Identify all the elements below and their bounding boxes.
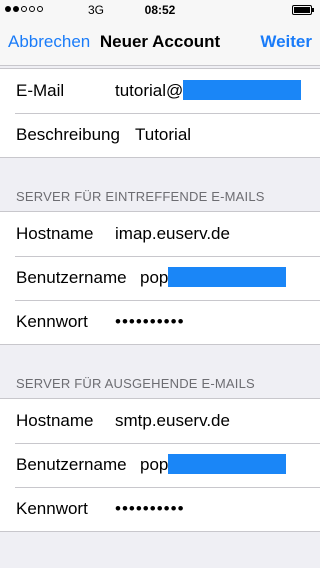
cancel-button[interactable]: Abbrechen xyxy=(8,32,90,52)
description-field[interactable]: Tutorial xyxy=(135,125,191,145)
email-label: E-Mail xyxy=(16,81,65,100)
incoming-password-field[interactable]: •••••••••• xyxy=(115,312,185,332)
password-label: Kennwort xyxy=(16,499,88,518)
hostname-label: Hostname xyxy=(16,411,94,430)
outgoing-username-field[interactable]: pop xyxy=(140,454,287,475)
outgoing-username-row[interactable]: Benutzername pop xyxy=(0,443,320,487)
description-label: Beschreibung xyxy=(16,125,120,144)
next-button[interactable]: Weiter xyxy=(260,32,312,52)
account-group: E-Mail tutorial@ Beschreibung Tutorial xyxy=(0,68,320,158)
redaction-box xyxy=(183,80,302,101)
outgoing-server-group: Hostname smtp.euserv.de Benutzername pop… xyxy=(0,398,320,532)
outgoing-password-row[interactable]: Kennwort •••••••••• xyxy=(0,487,320,531)
status-bar: 3G 08:52 xyxy=(0,0,320,20)
outgoing-server-header: SERVER FÜR AUSGEHENDE E-MAILS xyxy=(16,376,255,391)
email-row[interactable]: E-Mail tutorial@ xyxy=(0,69,320,113)
status-time: 08:52 xyxy=(144,3,176,17)
username-label: Benutzername xyxy=(16,268,127,287)
incoming-server-header: SERVER FÜR EINTREFFENDE E-MAILS xyxy=(16,189,265,204)
battery-icon xyxy=(292,5,314,15)
incoming-password-row[interactable]: Kennwort •••••••••• xyxy=(0,300,320,344)
outgoing-password-field[interactable]: •••••••••• xyxy=(115,499,185,519)
outgoing-hostname-row[interactable]: Hostname smtp.euserv.de xyxy=(0,399,320,443)
password-label: Kennwort xyxy=(16,312,88,331)
incoming-hostname-field[interactable]: imap.euserv.de xyxy=(115,224,230,244)
incoming-username-field[interactable]: pop xyxy=(140,267,287,288)
incoming-server-group: Hostname imap.euserv.de Benutzername pop… xyxy=(0,211,320,345)
outgoing-hostname-field[interactable]: smtp.euserv.de xyxy=(115,411,230,431)
redaction-box xyxy=(168,454,287,475)
incoming-hostname-row[interactable]: Hostname imap.euserv.de xyxy=(0,212,320,256)
email-field[interactable]: tutorial@ xyxy=(115,80,302,101)
redaction-box xyxy=(168,267,287,288)
description-row[interactable]: Beschreibung Tutorial xyxy=(0,113,320,157)
username-label: Benutzername xyxy=(16,455,127,474)
navigation-bar: Abbrechen Neuer Account Weiter xyxy=(0,20,320,66)
incoming-username-row[interactable]: Benutzername pop xyxy=(0,256,320,300)
hostname-label: Hostname xyxy=(16,224,94,243)
